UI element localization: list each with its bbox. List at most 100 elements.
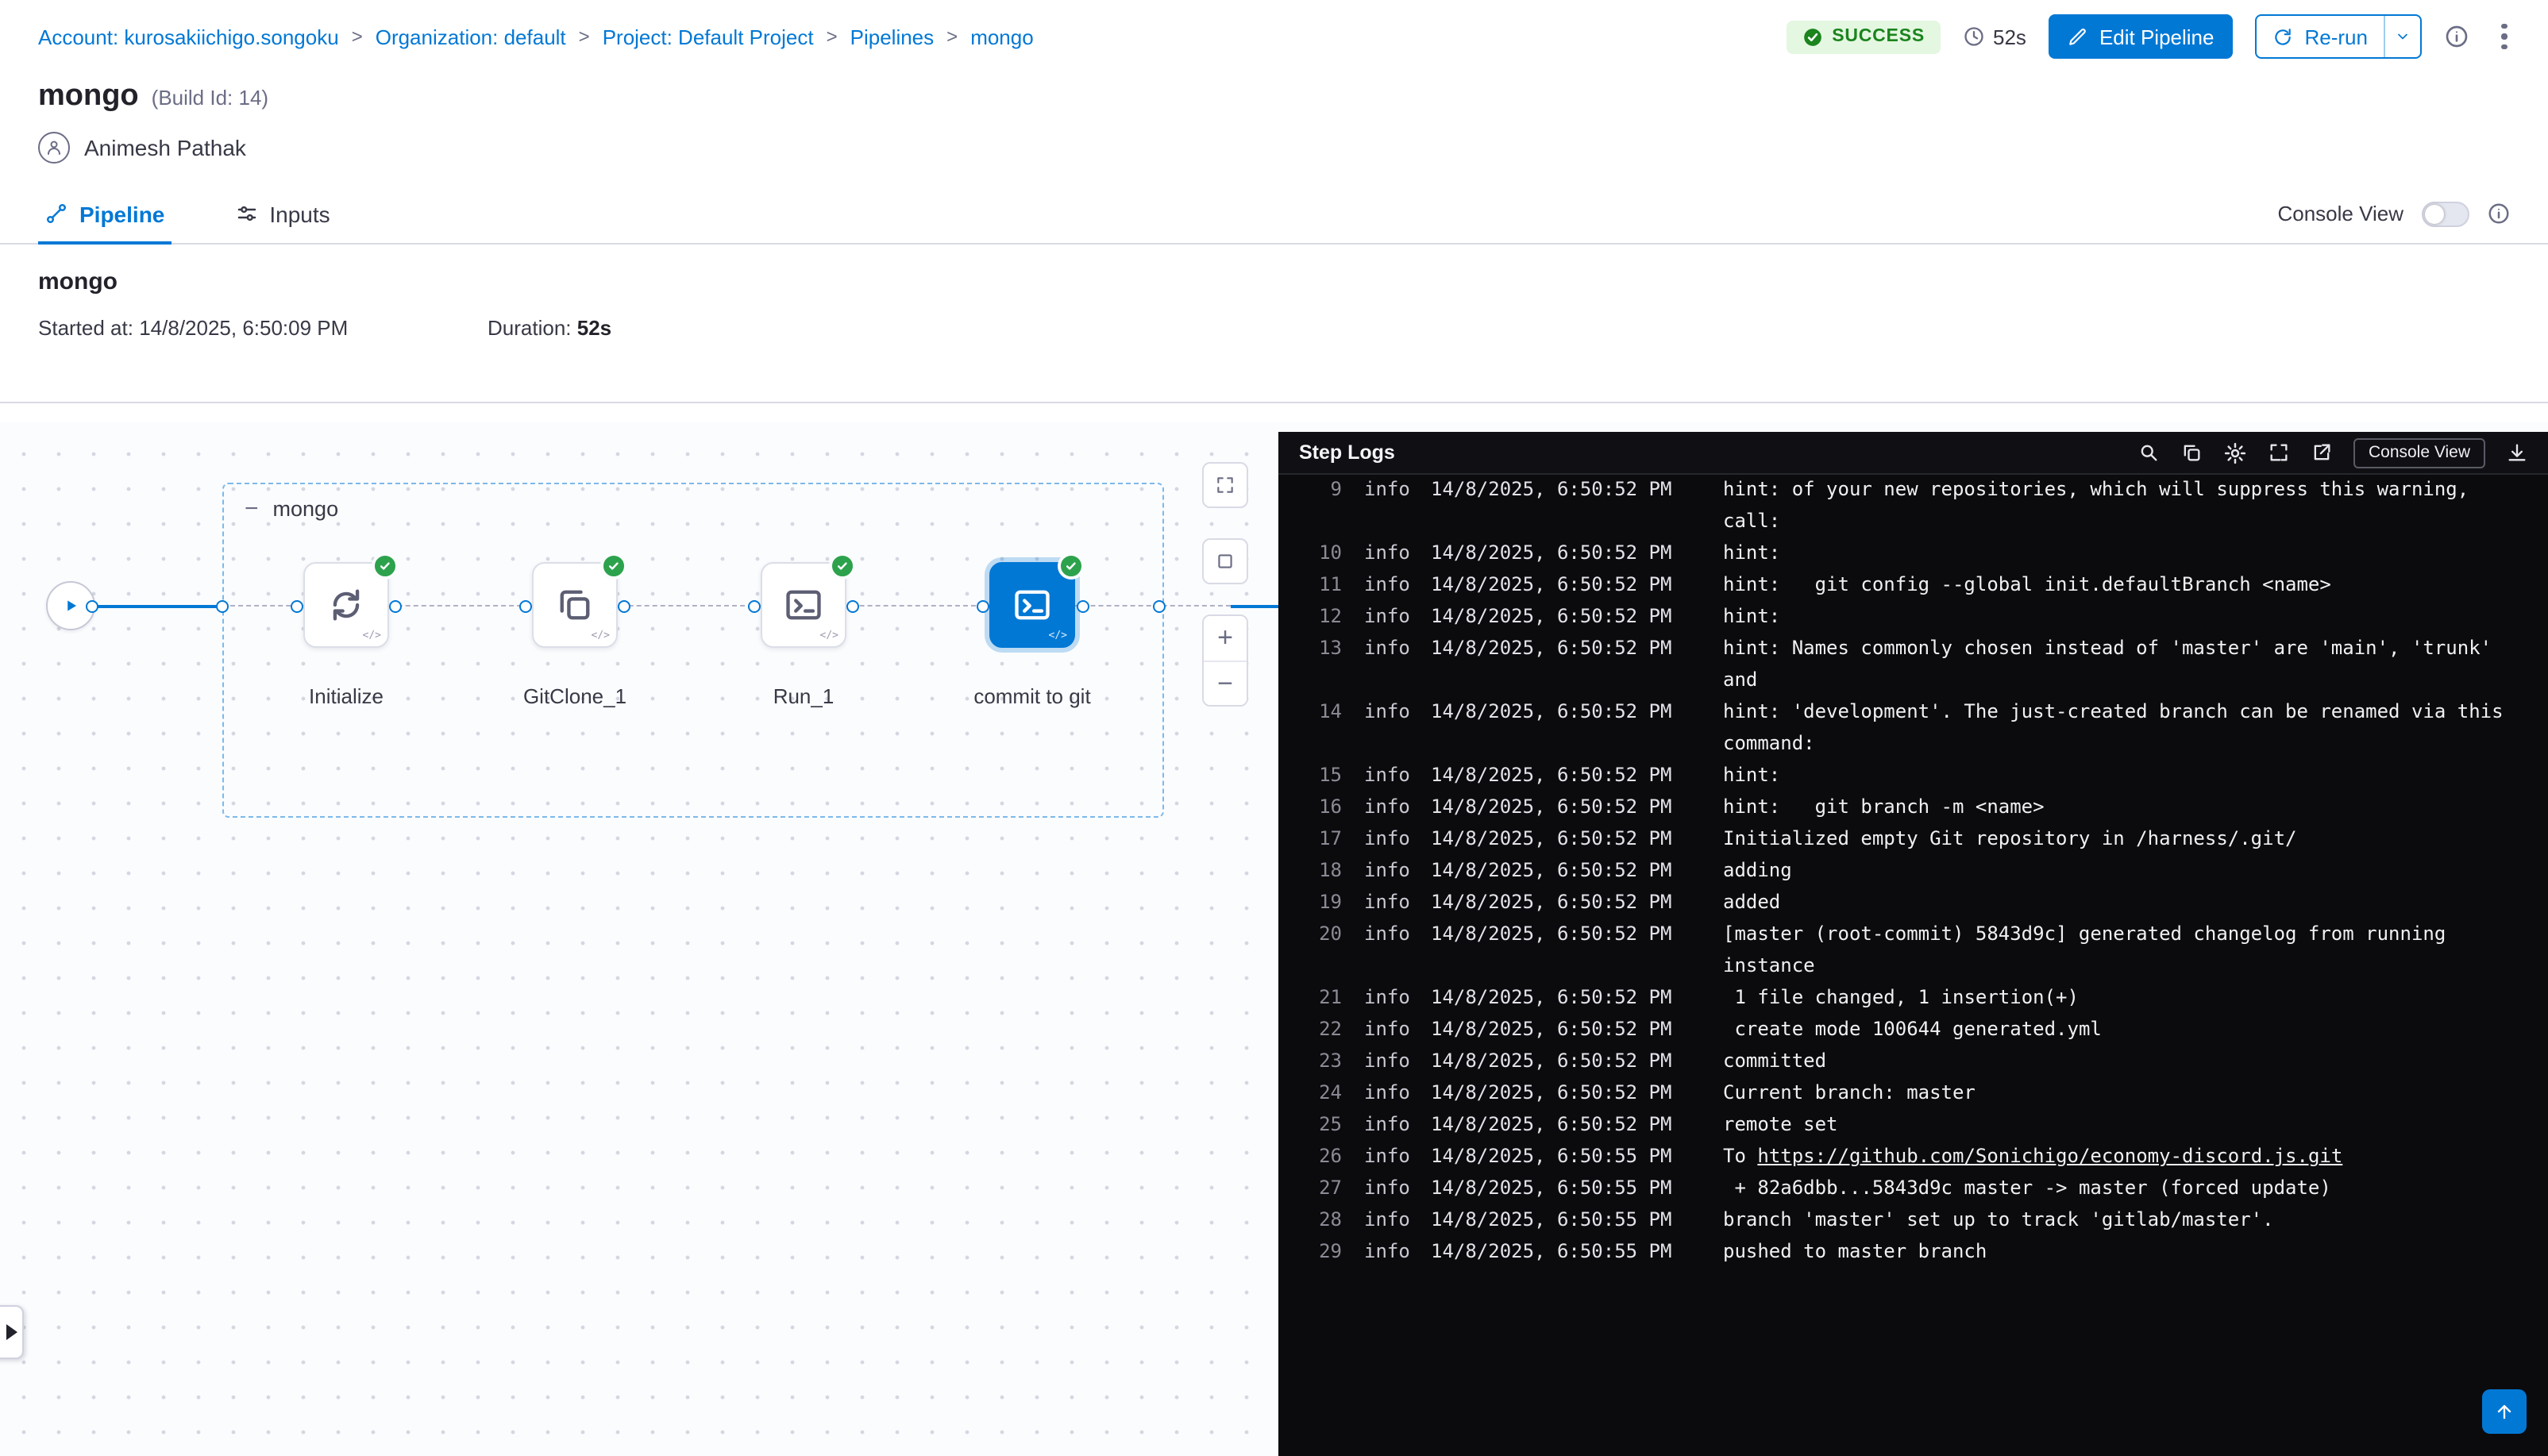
console-view-label: Console View	[2277, 202, 2403, 225]
breadcrumb-separator: >	[827, 25, 838, 48]
tab-bar: Pipeline Inputs Console View	[0, 184, 2548, 245]
edit-pipeline-button[interactable]: Edit Pipeline	[2049, 14, 2234, 59]
chevron-down-icon[interactable]	[2384, 16, 2420, 57]
code-icon: </>	[363, 629, 382, 641]
tab-inputs[interactable]: Inputs	[228, 184, 336, 243]
log-row: 18info14/8/2025, 6:50:52 PMadding	[1310, 854, 2523, 886]
pencil-icon	[2068, 26, 2088, 47]
log-link[interactable]: https://github.com/Sonichigo/economy-dis…	[1757, 1145, 2342, 1167]
terminal-icon	[1012, 584, 1053, 626]
log-row: 26info14/8/2025, 6:50:55 PMTo https://gi…	[1310, 1140, 2523, 1172]
log-message: To https://github.com/Sonichigo/economy-…	[1723, 1140, 2523, 1172]
step-node-gitclone[interactable]: </> GitClone_1	[532, 562, 618, 648]
log-message: remote set	[1723, 1108, 2523, 1140]
more-options-button[interactable]	[2492, 21, 2516, 53]
expand-left-panel-handle[interactable]	[0, 1305, 24, 1359]
title-row: mongo (Build Id: 14)	[0, 73, 2548, 114]
scroll-to-top-button[interactable]	[2481, 1389, 2526, 1434]
zoom-controls: + −	[1202, 614, 1248, 707]
info-icon[interactable]	[2444, 24, 2469, 49]
step-node-commit-to-git[interactable]: </> commit to git	[989, 562, 1075, 648]
rerun-button[interactable]: Re-run	[2256, 14, 2423, 59]
stage-container[interactable]: − mongo	[222, 483, 1164, 818]
code-icon: </>	[820, 629, 839, 641]
breadcrumb-pipeline-name[interactable]: mongo	[970, 25, 1034, 48]
breadcrumb-separator: >	[352, 25, 363, 48]
log-message: 1 file changed, 1 insertion(+)	[1723, 981, 2523, 1013]
collapse-stage-icon[interactable]: −	[245, 497, 259, 521]
connector-dot	[216, 599, 229, 612]
connector-dot	[618, 599, 630, 612]
info-icon[interactable]	[2486, 202, 2510, 225]
connector-dot	[748, 599, 761, 612]
reset-view-button[interactable]	[1202, 538, 1248, 584]
status-badge-label: SUCCESS	[1832, 27, 1925, 46]
log-row: 10info14/8/2025, 6:50:52 PMhint:	[1310, 537, 2523, 568]
breadcrumb-pipelines[interactable]: Pipelines	[850, 25, 935, 48]
breadcrumb-separator: >	[946, 25, 958, 48]
success-check-icon	[1058, 553, 1085, 580]
fullscreen-icon	[1215, 475, 1235, 495]
search-icon[interactable]	[2138, 441, 2161, 464]
step-node-initialize[interactable]: </> Initialize	[303, 562, 389, 648]
log-message: added	[1723, 886, 2523, 918]
copy-icon[interactable]	[2181, 441, 2203, 464]
success-check-icon	[372, 553, 399, 580]
open-in-new-icon[interactable]	[2311, 441, 2334, 464]
log-row: 15info14/8/2025, 6:50:52 PMhint:	[1310, 759, 2523, 791]
log-row: 14info14/8/2025, 6:50:52 PMhint: 'develo…	[1310, 695, 2523, 759]
console-view-button[interactable]: Console View	[2354, 437, 2484, 468]
step-logs-panel: Step Logs Console View 9info14/8/2025, 6…	[1278, 432, 2548, 1456]
duration-indicator: 52s	[1963, 25, 2026, 48]
download-icon[interactable]	[2505, 441, 2527, 464]
status-badge: SUCCESS	[1786, 20, 1941, 53]
console-view-toggle[interactable]	[2421, 201, 2469, 226]
play-icon	[60, 595, 81, 616]
connector-dot	[846, 599, 859, 612]
flow-line-start	[92, 604, 222, 607]
log-row: 25info14/8/2025, 6:50:52 PMremote set	[1310, 1108, 2523, 1140]
check-circle-icon	[1802, 26, 1822, 47]
clone-icon	[554, 584, 596, 626]
user-avatar-icon	[38, 132, 70, 164]
chevron-right-icon	[6, 1324, 17, 1340]
stage-summary: mongo Started at: 14/8/2025, 6:50:09 PM …	[0, 245, 2548, 403]
log-message: pushed to master branch	[1723, 1235, 2523, 1267]
log-message: hint:	[1723, 600, 2523, 632]
log-row: 16info14/8/2025, 6:50:52 PMhint: git bra…	[1310, 791, 2523, 822]
breadcrumb-project[interactable]: Project: Default Project	[603, 25, 814, 48]
arrow-up-icon	[2492, 1400, 2515, 1423]
duration-value: 52s	[1993, 25, 2026, 48]
log-row: 11info14/8/2025, 6:50:52 PMhint: git con…	[1310, 568, 2523, 600]
tab-pipeline[interactable]: Pipeline	[38, 184, 171, 243]
log-message: hint: git config --global init.defaultBr…	[1723, 568, 2523, 600]
square-icon	[1215, 551, 1235, 572]
refresh-icon	[2273, 26, 2294, 47]
settings-icon[interactable]	[2224, 441, 2248, 464]
log-message: hint: of your new repositories, which wi…	[1723, 475, 2523, 537]
breadcrumb: Account: kurosakiichigo.songoku > Organiz…	[38, 25, 1034, 48]
breadcrumb-organization[interactable]: Organization: default	[376, 25, 566, 48]
fullscreen-icon[interactable]	[2269, 441, 2291, 464]
zoom-out-button[interactable]: −	[1204, 661, 1247, 705]
author-name: Animesh Pathak	[84, 135, 246, 160]
breadcrumb-account[interactable]: Account: kurosakiichigo.songoku	[38, 25, 339, 48]
breadcrumb-separator: >	[579, 25, 590, 48]
connector-dot	[1153, 599, 1166, 612]
fit-to-screen-button[interactable]	[1202, 462, 1248, 508]
clock-icon	[1963, 25, 1985, 48]
stage-duration: Duration: 52s	[488, 316, 611, 340]
stage-name: mongo	[38, 268, 2510, 295]
success-check-icon	[600, 553, 627, 580]
top-bar: Account: kurosakiichigo.songoku > Organiz…	[0, 0, 2548, 73]
log-message: committed	[1723, 1045, 2523, 1077]
step-node-run[interactable]: </> Run_1	[761, 562, 846, 648]
log-row: 9info14/8/2025, 6:50:52 PMhint: of your …	[1310, 475, 2523, 537]
content: − mongo </> Initialize	[0, 422, 2548, 1456]
step-label: Run_1	[773, 684, 835, 708]
step-label: Initialize	[309, 684, 384, 708]
zoom-in-button[interactable]: +	[1204, 616, 1247, 661]
log-row: 20info14/8/2025, 6:50:52 PM[master (root…	[1310, 918, 2523, 981]
log-row: 29info14/8/2025, 6:50:55 PMpushed to mas…	[1310, 1235, 2523, 1267]
connector-dot	[977, 599, 989, 612]
